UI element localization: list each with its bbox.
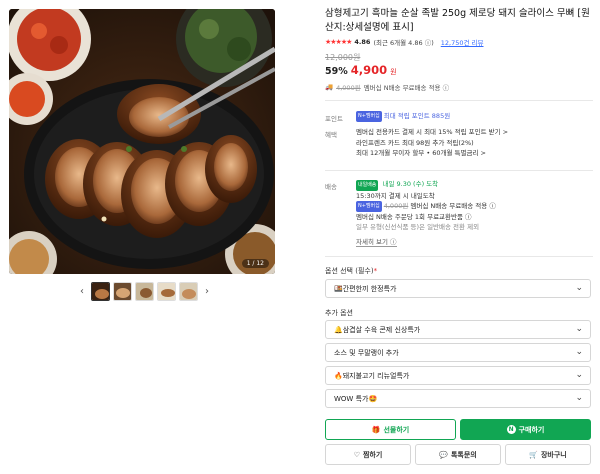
wish-label: 찜하기	[362, 450, 383, 459]
naver-pay-icon: N	[506, 425, 516, 434]
chevron-down-icon: ⌄	[575, 324, 583, 334]
buy-label: 구매하기	[518, 425, 545, 434]
jokbal-food-image	[9, 9, 275, 274]
inquiry-label: 톡톡문의	[450, 450, 477, 459]
star-icon: ★★★★★	[325, 38, 352, 46]
thumbnail-1[interactable]	[91, 281, 110, 301]
extra-option-label: WOW 특가🤩	[334, 394, 378, 403]
extra-option-label: 🔔삼겹살 수육 콘제 신상특가	[334, 325, 421, 334]
extra-option-label: 🔥돼지불고기 리뉴얼특가	[334, 371, 410, 380]
review-count-link[interactable]: 12,750건 리뷰	[441, 37, 484, 47]
chevron-down-icon: ⌄	[575, 393, 583, 403]
rating-detail: (최근 6개월 4.86 ⓘ)	[373, 39, 434, 47]
benefit-line-3[interactable]: 최대 12개월 무이자 할부 • 60개월 특별금리 >	[356, 148, 508, 159]
thumbnail-4[interactable]	[157, 281, 176, 301]
member-shipping-row: 🚚 4,000원 멤버십 N배송 무료배송 적용 ⓘ	[325, 82, 449, 92]
gift-button[interactable]: 🎁 선물하기	[325, 419, 456, 440]
product-title: 삼형제고기 흑마늘 순살 족발 250g 제로당 돼지 슬라이스 무뼈 [원산지…	[325, 8, 590, 33]
buy-button[interactable]: N 구매하기	[460, 419, 591, 440]
delivery-note: 일부 유형(신선식품 등)은 일반배송 전환 제외	[356, 223, 480, 231]
option-title-text: 옵션 선택 (필수)	[325, 267, 374, 275]
secondary-actions: ♡ 찜하기 💬 톡톡문의 🛒 장바구니	[325, 444, 591, 465]
member-shipping-text[interactable]: 멤버십 N배송 무료배송 적용 ⓘ	[364, 82, 449, 92]
thumbnail-5[interactable]	[179, 281, 198, 301]
membership-badge: N+멤버십	[356, 201, 382, 212]
extra-option-select-2[interactable]: 소스 및 무말랭이 추가 ⌄	[325, 343, 591, 362]
free-exchange-text[interactable]: 멤버십 N배송 주문당 1회 무료교환반품 ⓘ	[356, 212, 496, 223]
membership-badge: N+멤버십	[356, 111, 382, 122]
delivery-label: 배송	[325, 183, 337, 191]
image-page-indicator: 1 / 12	[241, 259, 269, 268]
cart-label: 장바구니	[540, 450, 567, 459]
rating-score: 4.86	[354, 38, 371, 46]
wish-button[interactable]: ♡ 찜하기	[325, 444, 411, 465]
chevron-down-icon: ⌄	[575, 370, 583, 380]
cart-button[interactable]: 🛒 장바구니	[505, 444, 591, 465]
delivery-fee-text[interactable]: 멤버십 N배송 무료배송 적용 ⓘ	[410, 202, 495, 210]
thumbnail-strip: ‹ ›	[76, 281, 213, 301]
rating-row: ★★★★★ 4.86 (최근 6개월 4.86 ⓘ) 12,750건 리뷰	[325, 37, 484, 47]
gift-label: 선물하기	[383, 425, 410, 434]
divider	[325, 100, 593, 101]
delivery-fee-strike: 4,000원	[383, 202, 409, 210]
delivery-more-link[interactable]: 자세히 보기 ⓘ	[356, 236, 397, 247]
point-row: N+멤버십 최대 적립 포인트 885원	[356, 111, 450, 122]
divider	[325, 170, 593, 171]
extra-option-select-1[interactable]: 🔔삼겹살 수육 콘제 신상특가 ⌄	[325, 320, 591, 339]
member-shipping-strike: 4,000원	[336, 84, 361, 92]
price-row: 59% 4,900 원	[325, 63, 397, 77]
product-main-image[interactable]: 1 / 12	[9, 9, 275, 274]
benefit-line-1[interactable]: 멤버십 전용카드 결제 시 최대 15% 적립 포인트 받기 >	[356, 127, 508, 138]
gift-icon: 🎁	[371, 425, 381, 434]
price-unit: 원	[390, 68, 397, 76]
arrival-date: 내일 9.30 (수) 도착	[382, 180, 439, 188]
chevron-down-icon: ⌄	[575, 347, 583, 357]
discount-rate: 59%	[325, 66, 348, 77]
sale-price: 4,900	[350, 63, 388, 77]
benefit-list: 멤버십 전용카드 결제 시 최대 15% 적립 포인트 받기 > 라인프렌즈 카…	[356, 127, 508, 159]
cart-icon: 🛒	[529, 450, 538, 459]
extra-option-select-4[interactable]: WOW 특가🤩 ⌄	[325, 389, 591, 408]
point-text: 최대 적립 포인트 885원	[383, 112, 451, 120]
inquiry-button[interactable]: 💬 톡톡문의	[415, 444, 501, 465]
delivery-cutoff: 15:30까지 결제 시 내일도착	[356, 191, 435, 200]
heart-icon: ♡	[353, 450, 360, 459]
option-selected-value: 🍱간편한끼 한정특가	[334, 284, 397, 293]
benefit-line-2: 라인프렌즈 카드 최대 98원 추가 적립(2%)	[356, 138, 474, 147]
extra-option-title: 추가 옵션	[325, 309, 353, 317]
required-mark: *	[373, 267, 378, 275]
original-price: 12,000원	[325, 53, 361, 62]
extra-option-label: 소스 및 무말랭이 추가	[334, 348, 399, 357]
tomorrow-delivery-badge: 내일배송	[356, 180, 379, 191]
chevron-right-icon[interactable]: ›	[201, 286, 213, 297]
chat-icon: 💬	[439, 450, 448, 459]
truck-icon: 🚚	[325, 83, 334, 91]
option-select[interactable]: 🍱간편한끼 한정특가 ⌄	[325, 279, 591, 298]
point-label: 포인트	[325, 115, 343, 123]
delivery-info: 내일배송 내일 9.30 (수) 도착 15:30까지 결제 시 내일도착 N+…	[356, 179, 496, 233]
thumbnail-3[interactable]	[135, 281, 154, 301]
thumbnail-2[interactable]	[113, 281, 132, 301]
option-section-title: 옵션 선택 (필수)*	[325, 266, 377, 276]
primary-actions: 🎁 선물하기 N 구매하기	[325, 419, 591, 440]
chevron-left-icon[interactable]: ‹	[76, 286, 88, 297]
benefit-label: 혜택	[325, 131, 337, 139]
extra-option-select-3[interactable]: 🔥돼지불고기 리뉴얼특가 ⌄	[325, 366, 591, 385]
divider	[325, 256, 593, 257]
chevron-down-icon: ⌄	[575, 283, 583, 293]
